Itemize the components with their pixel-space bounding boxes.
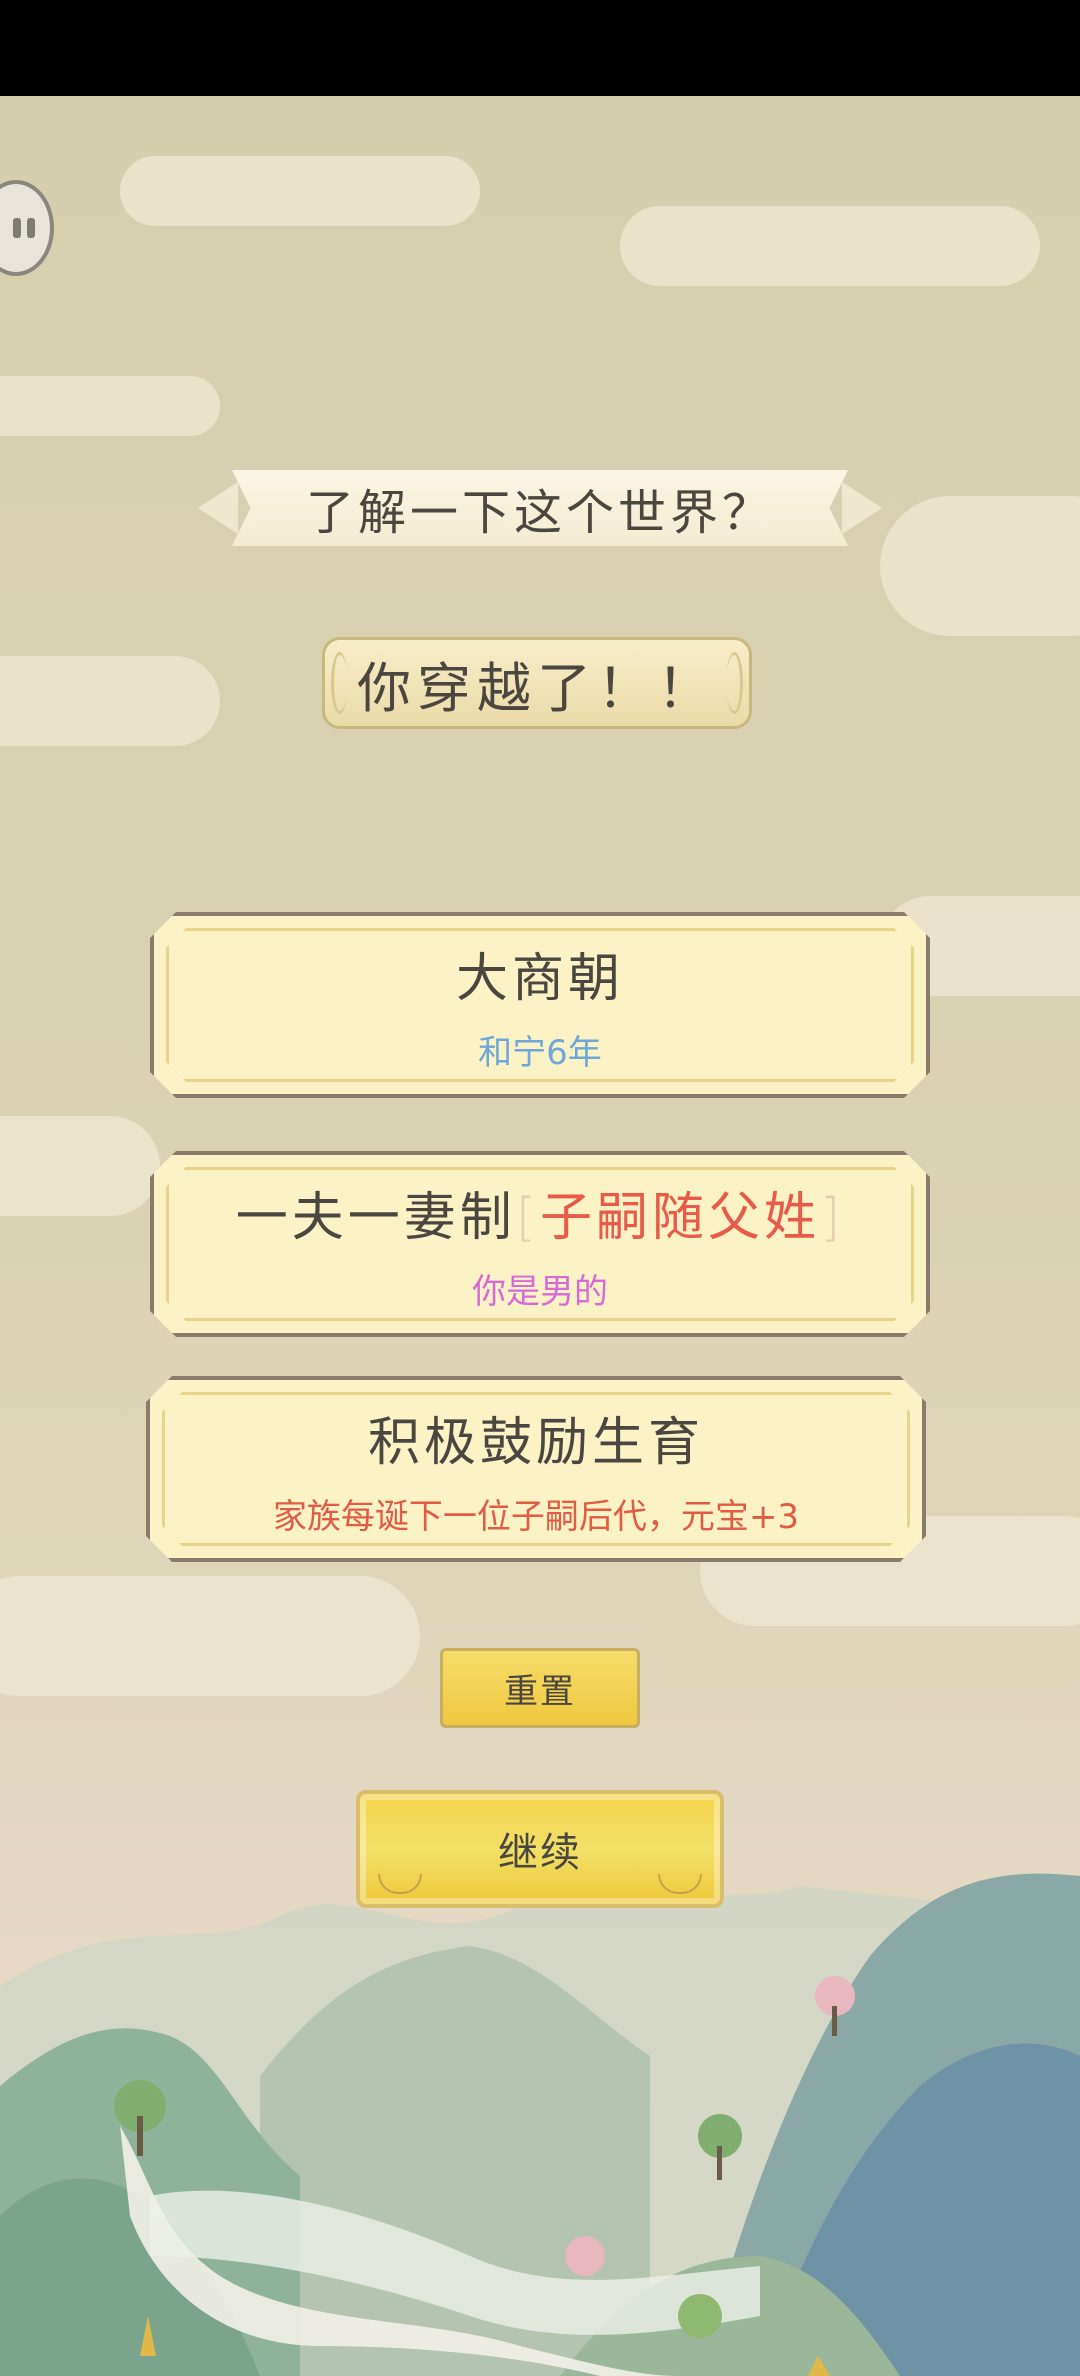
continue-label: 继续 — [498, 1830, 582, 1876]
card-title: 积极鼓励生育 — [367, 1413, 704, 1473]
card-subtitle: 家族每诞下一位子嗣后代，元宝+3 — [272, 1497, 800, 1537]
status-bar — [0, 0, 1080, 96]
cloud — [0, 376, 220, 436]
corner-ornament — [378, 1874, 422, 1894]
card-subtitle: 你是男的 — [472, 1272, 608, 1312]
card-title-row: 一夫一妻制[子嗣随父姓] — [236, 1175, 845, 1250]
card-title: 一夫一妻制 — [235, 1188, 516, 1248]
bracket-close: ] — [820, 1188, 845, 1248]
cloud — [880, 496, 1080, 636]
cloud — [120, 156, 480, 226]
continue-button[interactable]: 继续 — [356, 1790, 724, 1908]
card-subtitle: 和宁6年 — [478, 1033, 602, 1073]
info-card-policy[interactable]: 积极鼓励生育 家族每诞下一位子嗣后代，元宝+3 — [146, 1376, 926, 1562]
question-banner: 了解一下这个世界？ — [198, 470, 882, 546]
cloud — [0, 1116, 160, 1216]
bracket-open: [ — [515, 1188, 540, 1248]
plaque-title: 你穿越了！！ — [322, 637, 752, 729]
card-title: 大商朝 — [455, 949, 624, 1009]
reset-label: 重置 — [504, 1671, 576, 1712]
mountain-landscape — [0, 1656, 1080, 2376]
info-card-dynasty[interactable]: 大商朝 和宁6年 — [150, 912, 930, 1098]
banner-text: 了解一下这个世界？ — [232, 470, 848, 546]
corner-ornament — [658, 1874, 702, 1894]
info-card-marriage[interactable]: 一夫一妻制[子嗣随父姓] 你是男的 — [150, 1151, 930, 1337]
pause-icon — [13, 218, 35, 238]
cloud — [620, 206, 1040, 286]
cloud — [0, 656, 220, 746]
card-title-highlight: 子嗣随父姓 — [540, 1188, 821, 1248]
reset-button[interactable]: 重置 — [440, 1648, 640, 1728]
